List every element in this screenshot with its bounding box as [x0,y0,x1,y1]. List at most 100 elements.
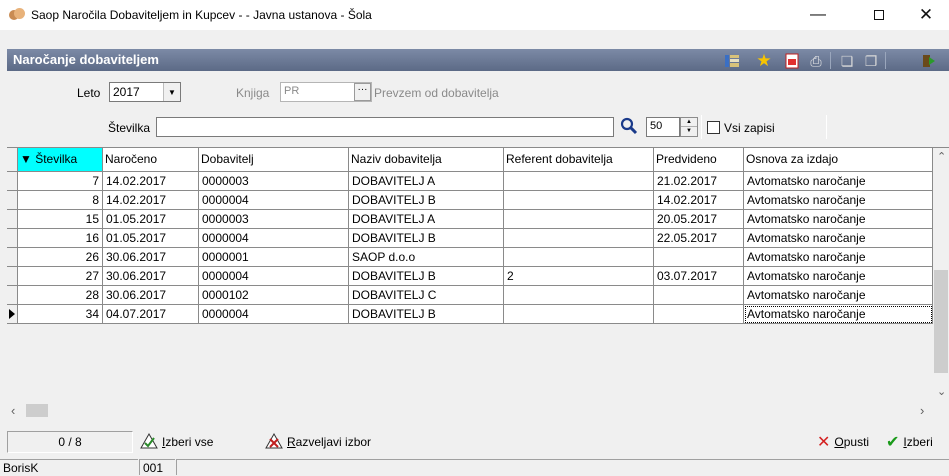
cell-naroceno[interactable]: 30.06.2017 [103,286,199,305]
print-icon[interactable]: ⎙ [807,52,825,70]
copy-icon[interactable]: ❏ [838,52,856,70]
table-row[interactable]: 8 14.02.2017 0000004 DOBAVITELJ B 14.02.2017… [7,191,933,210]
leto-select[interactable]: 2017 ▼ [109,82,181,102]
cell-naroceno[interactable]: 14.02.2017 [103,191,199,210]
cell-stevilka[interactable]: 15 [18,210,103,229]
cell-naroceno[interactable]: 30.06.2017 [103,248,199,267]
cancel-button[interactable]: ✕ Opusti [817,433,869,451]
cell-osnova-za-izdajo[interactable]: Avtomatsko naročanje [744,267,933,286]
cell-dobavitelj[interactable]: 0000003 [199,172,349,191]
table-row[interactable]: 7 14.02.2017 0000003 DOBAVITELJ A 21.02.2017… [7,172,933,191]
scroll-left-icon[interactable]: ‹ [11,403,15,418]
record-limit-stepper[interactable]: ▲ ▼ [680,117,698,137]
exit-door-icon[interactable] [920,52,938,70]
row-indicator[interactable] [7,267,18,286]
cell-predvideno[interactable] [654,248,744,267]
search-icon[interactable] [620,117,638,138]
record-limit-input[interactable]: 50 [646,117,680,137]
column-header-dobavitelj[interactable]: Dobavitelj [199,148,349,172]
confirm-button[interactable]: ✔ Izberi [886,433,933,451]
vsi-zapisi-checkbox[interactable] [707,121,720,134]
cell-naziv-dobavitelja[interactable]: DOBAVITELJ C [349,286,504,305]
cell-naziv-dobavitelja[interactable]: DOBAVITELJ B [349,267,504,286]
cell-naroceno[interactable]: 14.02.2017 [103,172,199,191]
select-all-button[interactable]: Izberi vse [140,432,213,451]
cell-referent-dobavitelja[interactable] [504,229,654,248]
row-indicator[interactable] [7,210,18,229]
cell-stevilka[interactable]: 8 [18,191,103,210]
table-row[interactable]: 27 30.06.2017 0000004 DOBAVITELJ B 2 03.07.20… [7,267,933,286]
table-row[interactable]: 15 01.05.2017 0000003 DOBAVITELJ A 20.05.201… [7,210,933,229]
cell-naroceno[interactable]: 04.07.2017 [103,305,199,324]
favorite-star-icon[interactable]: ★ [755,51,773,70]
cell-stevilka[interactable]: 27 [18,267,103,286]
cell-naroceno[interactable]: 01.05.2017 [103,210,199,229]
cell-osnova-za-izdajo[interactable]: Avtomatsko naročanje [744,210,933,229]
cell-dobavitelj[interactable]: 0000004 [199,191,349,210]
scroll-right-icon[interactable]: › [920,403,924,418]
cell-osnova-za-izdajo[interactable]: Avtomatsko naročanje [744,172,933,191]
table-row[interactable]: 16 01.05.2017 0000004 DOBAVITELJ B 22.05.201… [7,229,933,248]
cell-referent-dobavitelja[interactable] [504,286,654,305]
table-row[interactable]: 34 04.07.2017 0000004 DOBAVITELJ B Avtomatsk… [7,305,933,324]
row-indicator[interactable] [7,248,18,267]
cell-stevilka[interactable]: 7 [18,172,103,191]
cell-naziv-dobavitelja[interactable]: DOBAVITELJ A [349,210,504,229]
cell-osnova-za-izdajo[interactable]: Avtomatsko naročanje [744,305,933,324]
cell-stevilka[interactable]: 26 [18,248,103,267]
cell-dobavitelj[interactable]: 0000001 [199,248,349,267]
horizontal-scroll-thumb[interactable] [26,404,48,417]
cell-osnova-za-izdajo[interactable]: Avtomatsko naročanje [744,191,933,210]
cell-stevilka[interactable]: 28 [18,286,103,305]
cell-predvideno[interactable]: 14.02.2017 [654,191,744,210]
column-header-naziv-dobavitelja[interactable]: Naziv dobavitelja [349,148,504,172]
cell-predvideno[interactable] [654,305,744,324]
column-header-osnova-za-izdajo[interactable]: Osnova za izdajo [744,148,933,172]
cell-stevilka[interactable]: 16 [18,229,103,248]
cell-naroceno[interactable]: 30.06.2017 [103,267,199,286]
spin-up-icon[interactable]: ▲ [681,118,697,127]
table-row[interactable]: 28 30.06.2017 0000102 DOBAVITELJ C Avtomatsk… [7,286,933,305]
cell-dobavitelj[interactable]: 0000004 [199,267,349,286]
scroll-up-icon[interactable]: ⌃ [937,150,946,163]
cell-referent-dobavitelja[interactable]: 2 [504,267,654,286]
cell-dobavitelj[interactable]: 0000004 [199,229,349,248]
cell-referent-dobavitelja[interactable] [504,305,654,324]
vertical-scrollbar[interactable]: ⌃ ⌄ [933,148,949,402]
cell-predvideno[interactable]: 03.07.2017 [654,267,744,286]
cell-naziv-dobavitelja[interactable]: DOBAVITELJ B [349,229,504,248]
cell-stevilka[interactable]: 34 [18,305,103,324]
cell-referent-dobavitelja[interactable] [504,191,654,210]
column-header-referent-dobavitelja[interactable]: Referent dobavitelja [504,148,654,172]
cell-naziv-dobavitelja[interactable]: DOBAVITELJ A [349,172,504,191]
spin-down-icon[interactable]: ▼ [681,127,697,136]
cell-naroceno[interactable]: 01.05.2017 [103,229,199,248]
horizontal-scrollbar[interactable]: ‹ › [7,402,933,419]
cell-predvideno[interactable]: 22.05.2017 [654,229,744,248]
table-row[interactable]: 26 30.06.2017 0000001 SAOP d.o.o Avtomatsko … [7,248,933,267]
column-header-naroceno[interactable]: Naročeno [103,148,199,172]
scroll-down-icon[interactable]: ⌄ [937,385,946,398]
row-indicator[interactable] [7,191,18,210]
paste-icon[interactable]: ❐ [862,52,880,70]
cell-predvideno[interactable]: 21.02.2017 [654,172,744,191]
cell-osnova-za-izdajo[interactable]: Avtomatsko naročanje [744,286,933,305]
cell-referent-dobavitelja[interactable] [504,248,654,267]
cell-osnova-za-izdajo[interactable]: Avtomatsko naročanje [744,248,933,267]
column-header-stevilka[interactable]: ▼ Številka [18,148,103,172]
minimize-button[interactable]: — [795,0,841,30]
stevilka-input[interactable] [156,117,614,137]
cell-dobavitelj[interactable]: 0000102 [199,286,349,305]
chevron-down-icon[interactable]: ▼ [163,83,180,101]
cell-predvideno[interactable]: 20.05.2017 [654,210,744,229]
vertical-scroll-thumb[interactable] [934,270,948,373]
cell-referent-dobavitelja[interactable] [504,172,654,191]
row-indicator[interactable] [7,229,18,248]
column-header-predvideno[interactable]: Predvideno [654,148,744,172]
row-indicator[interactable] [7,172,18,191]
maximize-button[interactable] [856,0,902,30]
export-pdf-icon[interactable] [783,52,801,70]
cell-referent-dobavitelja[interactable] [504,210,654,229]
cell-dobavitelj[interactable]: 0000003 [199,210,349,229]
cell-osnova-za-izdajo[interactable]: Avtomatsko naročanje [744,229,933,248]
